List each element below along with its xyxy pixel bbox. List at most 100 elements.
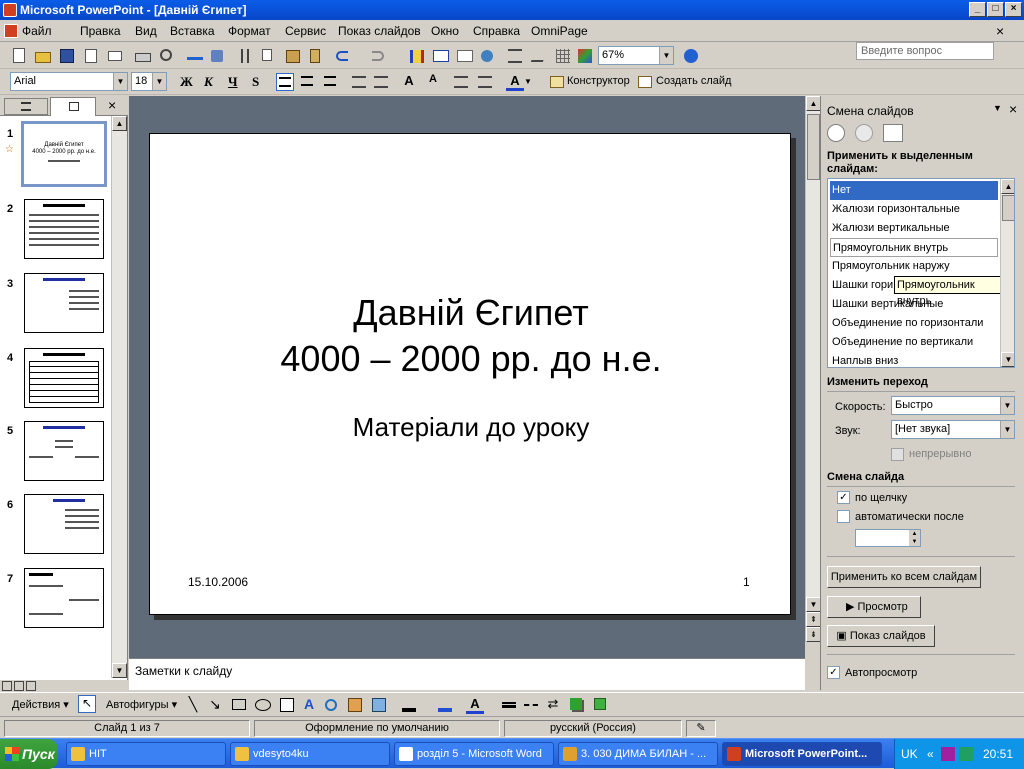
- slide-scrollbar[interactable]: ▲ ▼ ⇞ ⇟: [805, 96, 821, 642]
- cut-icon[interactable]: [236, 47, 254, 65]
- redo-icon[interactable]: [368, 47, 386, 65]
- scroll-up-icon[interactable]: ▲: [806, 96, 821, 111]
- play-button[interactable]: ▶ Просмотр: [827, 596, 921, 618]
- language-indicator[interactable]: UK: [901, 739, 918, 769]
- increase-indent-icon[interactable]: [476, 73, 494, 91]
- underline-button[interactable]: Ч: [228, 74, 238, 90]
- slide-thumbnail-3[interactable]: [24, 273, 104, 333]
- document-icon[interactable]: [4, 24, 18, 38]
- transitions-scrollbar[interactable]: ▲ ▼: [1000, 179, 1014, 367]
- slides-tab[interactable]: [50, 97, 96, 116]
- normal-view-icon[interactable]: [2, 681, 12, 691]
- undo-icon[interactable]: [334, 47, 352, 65]
- 3d-style-icon[interactable]: [592, 696, 610, 714]
- print-icon[interactable]: [134, 47, 152, 65]
- actions-menu[interactable]: Действия ▾: [12, 698, 69, 711]
- minimize-button[interactable]: _: [969, 2, 986, 17]
- apply-all-button[interactable]: Применить ко всем слайдам: [827, 566, 981, 588]
- chevron-down-icon[interactable]: ▼: [993, 103, 1002, 113]
- task-pane-close-icon[interactable]: ×: [1009, 101, 1017, 117]
- menu-file[interactable]: Файл: [22, 24, 52, 38]
- zoom-select[interactable]: 67% ▼: [598, 46, 674, 65]
- speed-select[interactable]: Быстро ▼: [891, 396, 1015, 415]
- arrow-icon[interactable]: ↘: [206, 696, 224, 714]
- tray-app-icon[interactable]: [941, 747, 955, 761]
- chevron-down-icon[interactable]: ▼: [152, 73, 166, 90]
- arrow-style-icon[interactable]: ⇄: [544, 696, 562, 714]
- scroll-thumb[interactable]: [807, 114, 820, 180]
- transition-item[interactable]: Жалюзи горизонтальные: [830, 200, 998, 219]
- menu-edit[interactable]: Правка: [80, 24, 121, 38]
- new-slide-button[interactable]: Создать слайд: [656, 75, 731, 87]
- permission-icon[interactable]: [82, 47, 100, 65]
- forward-icon[interactable]: [855, 124, 873, 142]
- diagram-icon[interactable]: [322, 696, 340, 714]
- start-button[interactable]: Пуск: [0, 739, 58, 769]
- next-slide-icon[interactable]: ⇟: [806, 627, 821, 642]
- scroll-down-icon[interactable]: ▼: [1001, 352, 1014, 367]
- open-icon[interactable]: [34, 47, 52, 65]
- line-color-icon[interactable]: [436, 696, 454, 714]
- home-icon[interactable]: [883, 124, 903, 142]
- scroll-down-icon[interactable]: ▼: [112, 663, 127, 678]
- spelling-status-icon[interactable]: ✎: [686, 720, 716, 737]
- bold-button[interactable]: Ж: [180, 74, 193, 90]
- align-center-icon[interactable]: [298, 73, 316, 91]
- align-left-icon[interactable]: [276, 73, 294, 91]
- task-word[interactable]: розділ 5 - Microsoft Word: [394, 742, 554, 766]
- font-name-select[interactable]: Arial ▼: [10, 72, 128, 91]
- print-preview-icon[interactable]: [158, 47, 176, 65]
- font-color-icon[interactable]: A: [466, 696, 484, 714]
- bullets-icon[interactable]: [372, 73, 390, 91]
- numbering-icon[interactable]: [350, 73, 368, 91]
- show-grid-icon[interactable]: [554, 47, 572, 65]
- powerpoint-app-icon[interactable]: [3, 3, 17, 17]
- chevron-down-icon[interactable]: ▼: [659, 47, 673, 64]
- menu-omnipage[interactable]: OmniPage: [531, 24, 588, 38]
- slide-thumbnail-1[interactable]: Давній Єгипет 4000 – 2000 рр. до н.е.: [21, 121, 107, 187]
- menu-slideshow[interactable]: Показ слайдов: [338, 24, 421, 38]
- slide-thumbnail-2[interactable]: [24, 199, 104, 259]
- chevron-down-icon[interactable]: ▼: [1000, 397, 1014, 414]
- auto-after-checkbox[interactable]: [837, 510, 850, 523]
- color-grayscale-icon[interactable]: [576, 47, 594, 65]
- increase-font-icon[interactable]: A: [400, 73, 418, 91]
- email-icon[interactable]: [106, 47, 124, 65]
- line-style-icon[interactable]: [500, 696, 518, 714]
- show-formatting-icon[interactable]: [530, 47, 548, 65]
- shadow-style-icon[interactable]: [568, 696, 586, 714]
- transition-item[interactable]: Жалюзи вертикальные: [830, 219, 998, 238]
- wordart-icon[interactable]: A: [300, 696, 318, 714]
- task-vdesyto4ku[interactable]: vdesyto4ku: [230, 742, 390, 766]
- slide-thumbnail-6[interactable]: [24, 494, 104, 554]
- oval-icon[interactable]: [254, 696, 272, 714]
- slide-canvas[interactable]: Давній Єгипет 4000 – 2000 рр. до н.е. Ма…: [149, 133, 791, 615]
- new-slide-icon[interactable]: [636, 73, 654, 91]
- transition-item[interactable]: Нет: [830, 181, 998, 200]
- slide-title-line-1[interactable]: Давній Єгипет: [150, 292, 792, 334]
- select-pointer-icon[interactable]: ↖: [78, 695, 96, 713]
- task-media[interactable]: 3. 030 ДИМА БИЛАН - ...: [558, 742, 718, 766]
- on-click-checkbox[interactable]: ✓: [837, 491, 850, 504]
- thumbnails-scrollbar[interactable]: ▲ ▼: [111, 116, 127, 678]
- slide-thumbnail-4[interactable]: [24, 348, 104, 408]
- sorter-view-icon[interactable]: [14, 681, 24, 691]
- help-icon[interactable]: [682, 47, 700, 65]
- scroll-down-icon[interactable]: ▼: [806, 597, 821, 612]
- slide-subtitle[interactable]: Матеріали до уроку: [150, 412, 792, 443]
- expand-all-icon[interactable]: [506, 47, 524, 65]
- italic-button[interactable]: К: [204, 74, 213, 90]
- transition-item[interactable]: Наплыв вниз: [830, 352, 998, 367]
- textbox-icon[interactable]: [278, 696, 296, 714]
- designer-icon[interactable]: [548, 73, 566, 91]
- font-size-select[interactable]: 18 ▼: [131, 72, 167, 91]
- previous-slide-icon[interactable]: ⇞: [806, 612, 821, 627]
- decrease-indent-icon[interactable]: [452, 73, 470, 91]
- chevron-down-icon[interactable]: ▼: [1000, 421, 1014, 438]
- scroll-up-icon[interactable]: ▲: [1001, 179, 1014, 194]
- research-icon[interactable]: [208, 47, 226, 65]
- autopreview-checkbox[interactable]: ✓: [827, 666, 840, 679]
- copy-icon[interactable]: [260, 47, 278, 65]
- transition-item[interactable]: Прямоугольник наружу: [830, 257, 998, 276]
- menu-format[interactable]: Формат: [228, 24, 271, 38]
